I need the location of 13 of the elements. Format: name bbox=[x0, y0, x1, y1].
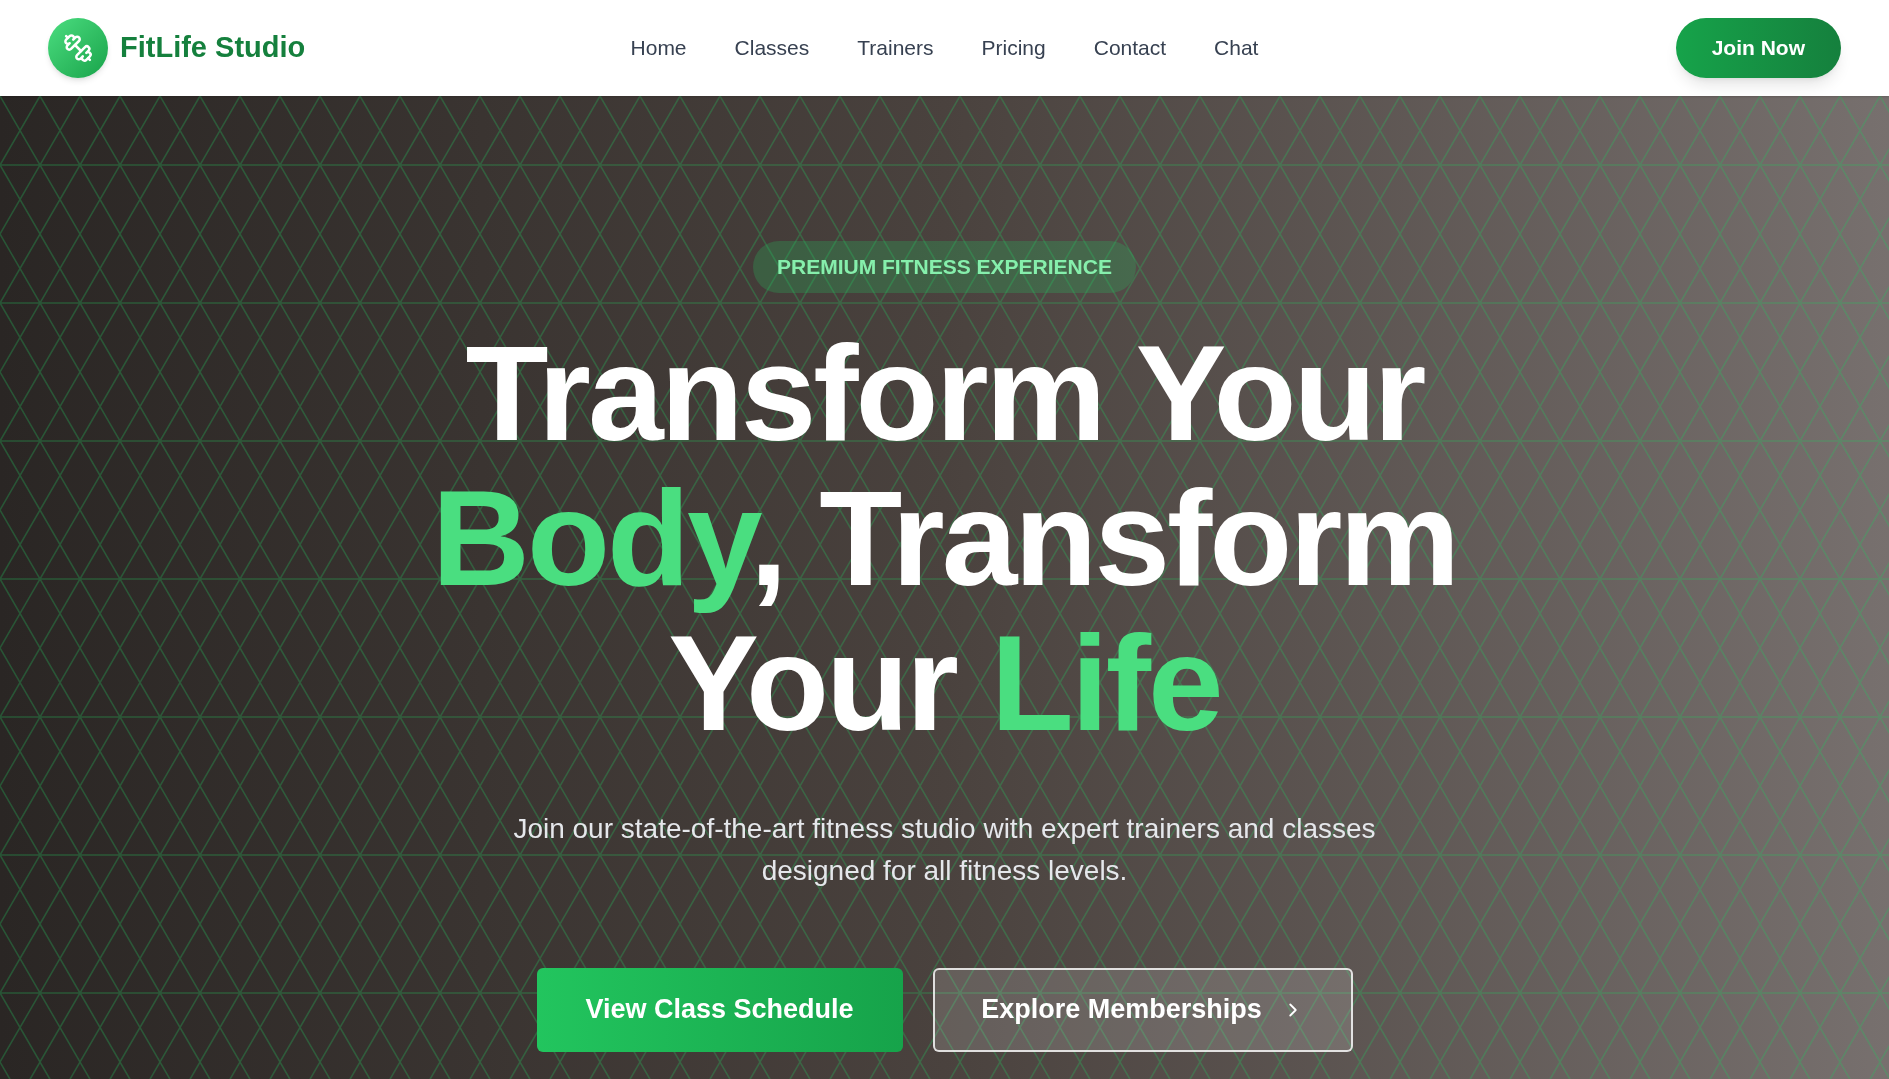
nav-link[interactable]: Classes bbox=[734, 32, 810, 64]
join-now-button[interactable]: Join Now bbox=[1675, 18, 1841, 78]
hero-subtitle: Join our state-of-the-art fitness studio with expert trainers and classes designed for all fitness levels. bbox=[512, 811, 1377, 888]
nav-link[interactable]: Contact bbox=[1093, 32, 1167, 64]
dumbbell-logo-icon bbox=[48, 18, 108, 78]
nav-link[interactable]: Trainers bbox=[857, 32, 934, 64]
nav-link[interactable]: Pricing bbox=[981, 32, 1046, 64]
hero-headline: Transform Your Body, Transform Your Life bbox=[431, 320, 1458, 756]
nav-link[interactable]: Chat bbox=[1214, 32, 1259, 64]
explore-memberships-button[interactable]: Explore Memberships bbox=[932, 967, 1353, 1052]
hero-badge: PREMIUM FITNESS EXPERIENCE bbox=[753, 241, 1136, 293]
nav-link[interactable]: Home bbox=[630, 32, 687, 64]
brand-name[interactable]: FitLife Studio bbox=[120, 26, 306, 70]
